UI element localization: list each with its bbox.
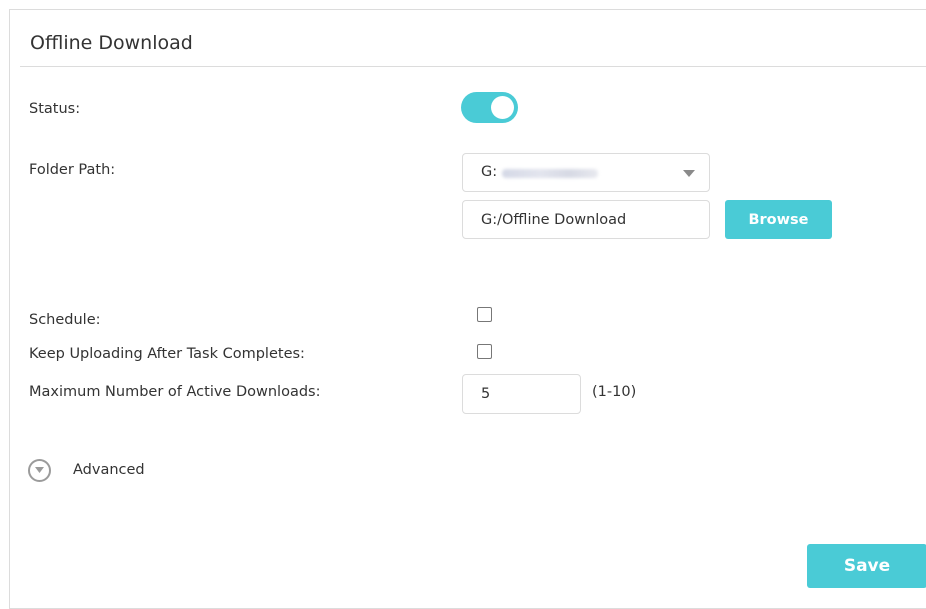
chevron-down-circle-icon xyxy=(28,459,51,482)
folder-drive-select[interactable]: G: xyxy=(462,153,710,192)
page-title: Offline Download xyxy=(30,32,193,54)
browse-button[interactable]: Browse xyxy=(725,200,832,239)
redacted-drive-name xyxy=(502,169,598,178)
dropdown-arrow-icon xyxy=(683,170,695,177)
folder-drive-value: G: xyxy=(481,164,498,180)
keep-uploading-checkbox[interactable] xyxy=(477,344,492,359)
advanced-label: Advanced xyxy=(73,462,145,478)
folder-path-input[interactable] xyxy=(462,200,710,239)
save-button[interactable]: Save xyxy=(807,544,926,588)
title-divider xyxy=(20,66,926,67)
max-downloads-range-hint: (1-10) xyxy=(592,384,637,400)
status-label: Status: xyxy=(29,101,81,117)
status-toggle[interactable] xyxy=(461,92,518,123)
max-downloads-input[interactable] xyxy=(462,374,581,414)
status-toggle-knob xyxy=(491,96,514,119)
schedule-checkbox[interactable] xyxy=(477,307,492,322)
offline-download-panel: Offline Download Status: Folder Path: G:… xyxy=(9,9,926,609)
keep-uploading-label: Keep Uploading After Task Completes: xyxy=(29,346,305,362)
folder-path-label: Folder Path: xyxy=(29,162,116,178)
max-downloads-label: Maximum Number of Active Downloads: xyxy=(29,384,321,400)
schedule-label: Schedule: xyxy=(29,312,101,328)
